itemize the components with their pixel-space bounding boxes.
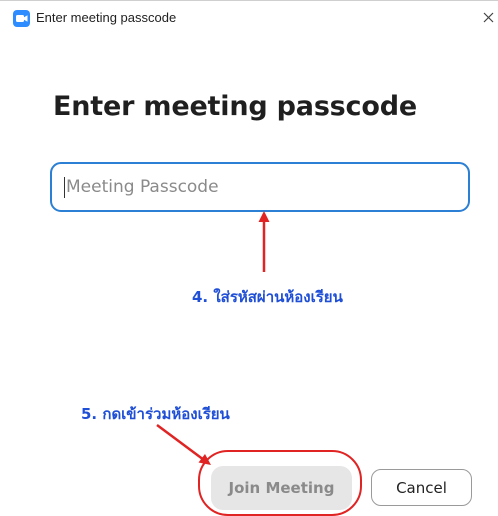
arrow-to-join-button: [156, 423, 211, 465]
close-button[interactable]: [478, 5, 498, 31]
page-title: Enter meeting passcode: [53, 91, 417, 122]
join-meeting-button[interactable]: Join Meeting: [211, 466, 352, 510]
text-cursor: [64, 177, 65, 198]
arrow-to-passcode-input: [258, 211, 270, 272]
title-bar: Enter meeting passcode: [0, 1, 498, 37]
annotation-step-5: 5. กดเข้าร่วมห้องเรียน: [81, 405, 230, 423]
passcode-field-container[interactable]: [50, 162, 470, 212]
close-icon[interactable]: [483, 12, 494, 23]
zoom-camera-icon: [13, 10, 30, 27]
cancel-button[interactable]: Cancel: [371, 469, 472, 506]
annotation-arrows: [156, 211, 270, 465]
window-title: Enter meeting passcode: [36, 10, 177, 25]
passcode-input[interactable]: [66, 164, 456, 210]
annotation-step-4: 4. ใส่รหัสผ่านห้องเรียน: [192, 288, 343, 306]
passcode-dialog-window: Enter meeting passcode Enter meeting pas…: [0, 0, 498, 516]
